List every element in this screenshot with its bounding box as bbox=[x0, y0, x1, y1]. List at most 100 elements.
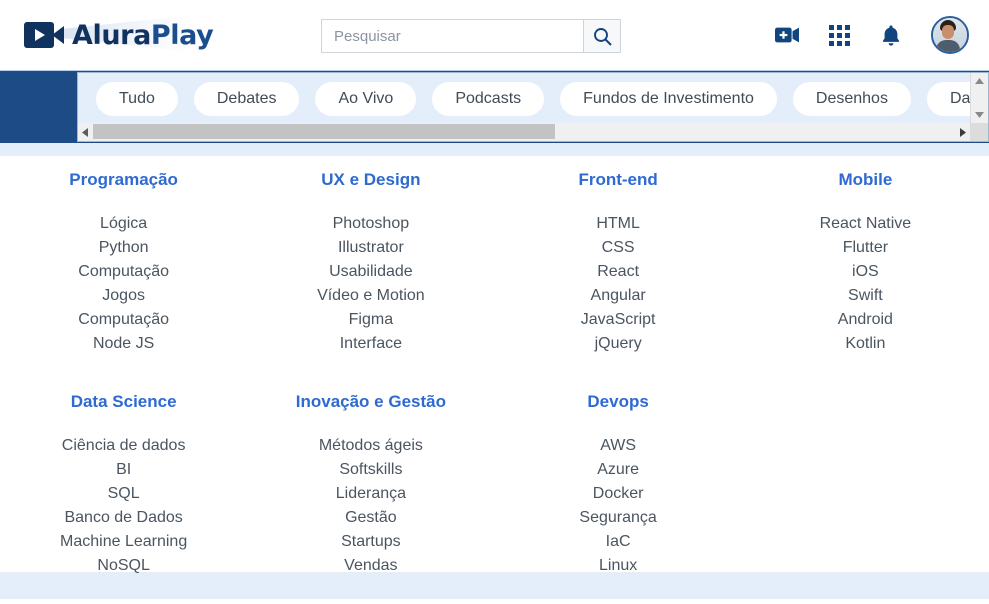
category-item[interactable]: Vendas bbox=[247, 554, 494, 578]
category-column-ux-e-design: UX e Design Photoshop Illustrator Usabil… bbox=[247, 170, 494, 356]
scroll-down-button[interactable] bbox=[971, 106, 988, 123]
category-item[interactable]: Métodos ágeis bbox=[247, 434, 494, 458]
category-directory: Programação Lógica Python Computação Jog… bbox=[0, 156, 989, 574]
category-item[interactable]: Machine Learning bbox=[0, 530, 247, 554]
category-item[interactable]: Gestão bbox=[247, 506, 494, 530]
video-camera-icon bbox=[24, 22, 64, 48]
category-item[interactable]: Vídeo e Motion bbox=[247, 284, 494, 308]
primary-navbar: Explorar Inscrições Biblioteca Tudo Deba… bbox=[0, 70, 989, 143]
category-item[interactable]: Python bbox=[0, 236, 247, 260]
vertical-scrollbar-track[interactable] bbox=[971, 90, 988, 106]
category-title[interactable]: Data Science bbox=[0, 392, 247, 412]
category-item[interactable]: Swift bbox=[742, 284, 989, 308]
notifications-button[interactable] bbox=[879, 23, 903, 47]
category-item[interactable]: Android bbox=[742, 308, 989, 332]
chip-debates[interactable]: Debates bbox=[193, 81, 300, 116]
category-grid: Programação Lógica Python Computação Jog… bbox=[0, 170, 989, 578]
category-title[interactable]: Mobile bbox=[742, 170, 989, 190]
category-column-data-science: Data Science Ciência de dados BI SQL Ban… bbox=[0, 392, 247, 578]
chip-fundos-de-investimento[interactable]: Fundos de Investimento bbox=[560, 81, 777, 116]
horizontal-scrollbar-track[interactable] bbox=[93, 123, 955, 141]
category-item[interactable]: Softskills bbox=[247, 458, 494, 482]
category-item[interactable]: Usabilidade bbox=[247, 260, 494, 284]
category-item[interactable]: SQL bbox=[0, 482, 247, 506]
category-chip-panel: Tudo Debates Ao Vivo Podcasts Fundos de … bbox=[77, 72, 989, 142]
category-item[interactable]: Photoshop bbox=[247, 212, 494, 236]
category-column-mobile: Mobile React Native Flutter iOS Swift An… bbox=[742, 170, 989, 356]
category-item[interactable]: Computação bbox=[0, 260, 247, 284]
logo-text: AluraPlay bbox=[72, 19, 214, 51]
category-item[interactable]: Linux bbox=[495, 554, 742, 578]
horizontal-scrollbar[interactable] bbox=[78, 123, 970, 141]
chip-ao-vivo[interactable]: Ao Vivo bbox=[315, 81, 417, 116]
scroll-left-button[interactable] bbox=[78, 123, 93, 141]
category-title[interactable]: Inovação e Gestão bbox=[247, 392, 494, 412]
navbar-underline-band bbox=[0, 143, 989, 156]
category-item[interactable]: Lógica bbox=[0, 212, 247, 236]
category-title[interactable]: Programação bbox=[0, 170, 247, 190]
category-item[interactable]: Node JS bbox=[0, 332, 247, 356]
search-input[interactable] bbox=[321, 19, 583, 53]
search-bar bbox=[321, 19, 621, 53]
category-column-programacao: Programação Lógica Python Computação Jog… bbox=[0, 170, 247, 356]
scroll-up-button[interactable] bbox=[971, 73, 988, 90]
category-item[interactable]: Computação bbox=[0, 308, 247, 332]
category-item[interactable]: Ciência de dados bbox=[0, 434, 247, 458]
category-item[interactable]: NoSQL bbox=[0, 554, 247, 578]
category-item[interactable]: JavaScript bbox=[495, 308, 742, 332]
category-item[interactable]: BI bbox=[0, 458, 247, 482]
category-item[interactable]: Figma bbox=[247, 308, 494, 332]
avatar-body bbox=[936, 40, 960, 52]
create-video-button[interactable] bbox=[775, 23, 799, 47]
category-item[interactable]: Jogos bbox=[0, 284, 247, 308]
triangle-right-icon bbox=[960, 127, 966, 137]
category-item[interactable]: Segurança bbox=[495, 506, 742, 530]
category-title[interactable]: UX e Design bbox=[247, 170, 494, 190]
category-item[interactable]: Illustrator bbox=[247, 236, 494, 260]
vertical-scrollbar[interactable] bbox=[970, 73, 988, 141]
chip-podcasts[interactable]: Podcasts bbox=[432, 81, 545, 116]
category-item[interactable]: Docker bbox=[495, 482, 742, 506]
category-item[interactable]: React bbox=[495, 260, 742, 284]
category-item[interactable]: React Native bbox=[742, 212, 989, 236]
header-actions bbox=[775, 0, 969, 70]
category-column-inovacao-e-gestao: Inovação e Gestão Métodos ágeis Softskil… bbox=[247, 392, 494, 578]
page-header: AluraPlay bbox=[0, 0, 989, 70]
category-item[interactable]: IaC bbox=[495, 530, 742, 554]
category-item[interactable]: Interface bbox=[247, 332, 494, 356]
horizontal-scrollbar-thumb[interactable] bbox=[93, 124, 555, 139]
category-item[interactable]: Azure bbox=[495, 458, 742, 482]
search-icon bbox=[593, 27, 611, 45]
category-title[interactable]: Devops bbox=[495, 392, 742, 412]
category-item[interactable]: Angular bbox=[495, 284, 742, 308]
apps-grid-icon bbox=[828, 24, 850, 46]
scroll-right-button[interactable] bbox=[955, 123, 970, 141]
category-item[interactable]: CSS bbox=[495, 236, 742, 260]
category-item[interactable]: iOS bbox=[742, 260, 989, 284]
avatar-face bbox=[942, 25, 954, 39]
category-item[interactable]: HTML bbox=[495, 212, 742, 236]
chip-row: Tudo Debates Ao Vivo Podcasts Fundos de … bbox=[78, 73, 970, 124]
triangle-left-icon bbox=[82, 127, 88, 137]
category-item[interactable]: Flutter bbox=[742, 236, 989, 260]
chip-tudo[interactable]: Tudo bbox=[96, 81, 178, 116]
category-column-front-end: Front-end HTML CSS React Angular JavaScr… bbox=[495, 170, 742, 356]
user-avatar[interactable] bbox=[931, 16, 969, 54]
apps-grid-button[interactable] bbox=[827, 23, 851, 47]
logo-text-play: Play bbox=[150, 19, 214, 51]
category-column-devops: Devops AWS Azure Docker Segurança IaC Li… bbox=[495, 392, 742, 578]
category-item[interactable]: Kotlin bbox=[742, 332, 989, 356]
category-item[interactable]: Startups bbox=[247, 530, 494, 554]
category-item[interactable]: Liderança bbox=[247, 482, 494, 506]
chip-desenhos[interactable]: Desenhos bbox=[792, 81, 911, 116]
category-item[interactable]: jQuery bbox=[495, 332, 742, 356]
category-title[interactable]: Front-end bbox=[495, 170, 742, 190]
category-item[interactable]: Banco de Dados bbox=[0, 506, 247, 530]
triangle-up-icon bbox=[975, 78, 984, 84]
create-video-icon bbox=[775, 27, 799, 43]
aluraplay-logo[interactable]: AluraPlay bbox=[24, 15, 214, 52]
chip-data-science[interactable]: Data Science bbox=[926, 81, 970, 116]
category-item[interactable]: AWS bbox=[495, 434, 742, 458]
logo-text-alura: Alura bbox=[72, 19, 151, 51]
search-button[interactable] bbox=[583, 19, 621, 53]
